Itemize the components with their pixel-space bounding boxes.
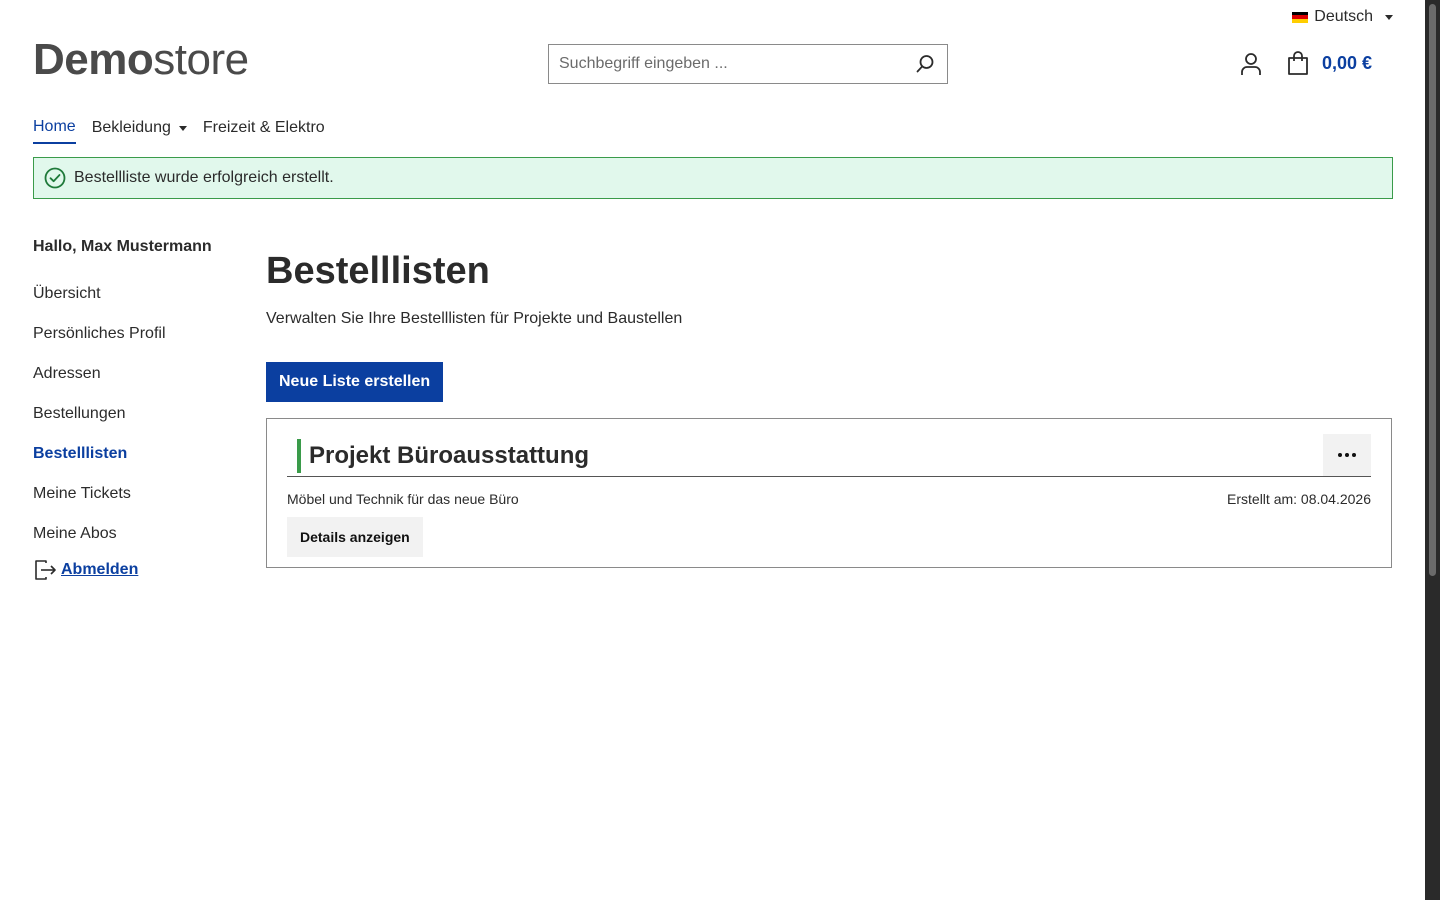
language-selector[interactable]: Deutsch: [1292, 8, 1393, 26]
page-subtitle: Verwalten Sie Ihre Bestelllisten für Pro…: [266, 310, 683, 327]
check-circle-icon: [44, 167, 66, 189]
store-logo[interactable]: Demostore: [33, 36, 249, 84]
nav-item-freizeit-elektro[interactable]: Freizeit & Elektro: [203, 119, 325, 143]
logo-bold-text: Demo: [33, 35, 154, 84]
order-list-card: Projekt Büroausstattung Möbel und Techni…: [266, 418, 1392, 568]
nav-item-label: Home: [33, 118, 76, 135]
nav-item-label: Freizeit & Elektro: [202, 119, 325, 136]
nav-item-label: Bekleidung: [91, 119, 171, 136]
nav-item-bekleidung[interactable]: Bekleidung: [92, 119, 187, 143]
sidebar-item-order-lists[interactable]: Bestelllisten: [33, 444, 243, 484]
more-options-button[interactable]: [1323, 433, 1371, 476]
accent-bar: [297, 438, 301, 473]
cart-total: 0,00 €: [1322, 52, 1373, 73]
search-button[interactable]: [903, 45, 947, 83]
language-label: Deutsch: [1314, 8, 1373, 25]
sidebar-item-addresses[interactable]: Adressen: [33, 364, 243, 404]
sidebar-item-overview[interactable]: Übersicht: [33, 284, 243, 324]
scrollbar[interactable]: [1425, 0, 1440, 900]
user-icon: [1241, 53, 1261, 75]
search-icon: [916, 55, 934, 73]
success-alert: Bestellliste wurde erfolgreich erstellt.: [33, 157, 1393, 199]
more-horizontal-icon: [1338, 452, 1356, 457]
account-button[interactable]: [1238, 51, 1264, 77]
card-title: Projekt Büroausstattung: [297, 438, 590, 473]
sidebar-item-profile[interactable]: Persönliches Profil: [33, 324, 243, 364]
page: Deutsch Demostore 0,00 € Home: [0, 0, 1425, 900]
sidebar-item-tickets[interactable]: Meine Tickets: [33, 484, 243, 524]
sidebar-item-orders[interactable]: Bestellungen: [33, 404, 243, 444]
account-sidebar: Hallo, Max Mustermann Übersicht Persönli…: [33, 238, 243, 582]
logout-link[interactable]: Abmelden: [33, 558, 243, 582]
chevron-down-icon: [1385, 14, 1393, 20]
card-header: Projekt Büroausstattung: [287, 433, 1371, 477]
main-navigation: Home Bekleidung Freizeit & Elektro: [33, 118, 325, 144]
chevron-down-icon: [178, 125, 187, 131]
list-title: Projekt Büroausstattung: [309, 441, 590, 469]
nav-item-home[interactable]: Home: [33, 118, 76, 144]
main-content: Bestelllisten Verwalten Sie Ihre Bestell…: [266, 248, 1392, 568]
list-created-date: Erstellt am: 08.04.2026: [1227, 491, 1371, 507]
cart-button[interactable]: 0,00 €: [1286, 50, 1372, 76]
germany-flag-icon: [1292, 11, 1309, 23]
scrollbar-thumb[interactable]: [1429, 4, 1436, 576]
greeting: Hallo, Max Mustermann: [33, 238, 212, 255]
list-description: Möbel und Technik für das neue Büro: [287, 491, 519, 507]
alert-message: Bestellliste wurde erfolgreich erstellt.: [74, 169, 334, 186]
logout-icon: [35, 560, 56, 580]
logout-label: Abmelden: [61, 561, 139, 578]
search-bar: [548, 44, 948, 84]
search-input[interactable]: [549, 45, 903, 83]
logo-light-text: store: [153, 35, 249, 84]
page-title: Bestelllisten: [266, 250, 490, 292]
new-list-button[interactable]: Neue Liste erstellen: [266, 362, 444, 402]
card-meta: Möbel und Technik für das neue Büro Erst…: [287, 491, 1371, 507]
shopping-bag-icon: [1288, 51, 1308, 75]
details-button[interactable]: Details anzeigen: [287, 517, 423, 557]
